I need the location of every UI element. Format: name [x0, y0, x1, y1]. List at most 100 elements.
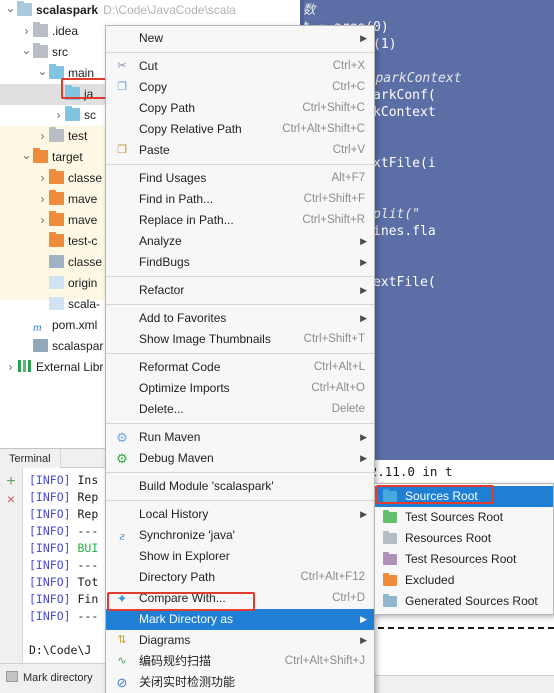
chevron-right-icon[interactable]: › [36, 273, 49, 294]
menu-separator [106, 353, 374, 354]
menu-item-run-maven[interactable]: ⚙ Run Maven ▶ [106, 427, 374, 448]
menu-item-[interactable]: ⊘ 关闭实时检测功能 [106, 672, 374, 693]
folder-orange-icon [49, 169, 64, 184]
folder-orange-icon [49, 232, 64, 247]
submenu-arrow-icon: ▶ [360, 635, 367, 645]
submenu-item-sources-root[interactable]: Sources Root [375, 486, 553, 507]
menu-item-label: Local History [139, 507, 209, 521]
menu-item-label: Replace in Path... [139, 213, 234, 227]
terminal-log-tag: [INFO] [29, 609, 71, 623]
maven-debug-icon: ⚙ [116, 451, 128, 466]
chevron-down-icon[interactable]: ⌄ [20, 42, 33, 58]
mark-directory-submenu[interactable]: Sources Root Test Sources Root Resources R… [374, 483, 554, 615]
menu-item-delete[interactable]: Delete... Delete [106, 399, 374, 420]
chevron-right-icon[interactable]: › [36, 126, 49, 147]
terminal-log-tag: [INFO] [29, 575, 71, 589]
new-session-icon[interactable]: + [0, 474, 22, 490]
synchronize-icon: ƨ [119, 528, 125, 543]
menu-item-copy[interactable]: ❐ Copy Ctrl+C [106, 77, 374, 98]
menu-item-paste[interactable]: ❐ Paste Ctrl+V [106, 140, 374, 161]
tree-node-label: scalaspark [36, 3, 99, 17]
terminal-log-text: Tot [70, 575, 99, 589]
menu-item-shortcut: Ctrl+Shift+R [302, 214, 365, 226]
compare-icon: ✦ [116, 591, 128, 606]
menu-item-local-history[interactable]: Local History ▶ [106, 504, 374, 525]
chevron-down-icon[interactable]: ⌄ [20, 147, 33, 163]
chevron-right-icon[interactable]: › [52, 105, 65, 126]
menu-item-label: Show Image Thumbnails [139, 332, 271, 346]
menu-item-shortcut: Ctrl+D [332, 592, 365, 604]
menu-item-reformat-code[interactable]: Reformat Code Ctrl+Alt+L [106, 357, 374, 378]
menu-item-compare-with[interactable]: ✦ Compare With... Ctrl+D [106, 588, 374, 609]
menu-item-find-usages[interactable]: Find Usages Alt+F7 [106, 168, 374, 189]
menu-item-mark-directory-as[interactable]: Mark Directory as ▶ [106, 609, 374, 630]
terminal-tab[interactable]: Terminal [0, 449, 61, 468]
menu-item-refactor[interactable]: Refactor ▶ [106, 280, 374, 301]
menu-item-label: Delete... [139, 402, 184, 416]
tree-node-label: classe [68, 171, 103, 185]
submenu-item-excluded[interactable]: Excluded [375, 570, 553, 591]
close-session-icon[interactable]: × [0, 490, 22, 508]
menu-separator [106, 276, 374, 277]
menu-item-new[interactable]: New ▶ [106, 28, 374, 49]
chevron-right-icon[interactable]: › [36, 210, 49, 231]
submenu-item-generated-sources-root[interactable]: Generated Sources Root [375, 591, 553, 612]
menu-item-findbugs[interactable]: FindBugs ▶ [106, 252, 374, 273]
menu-item-copy-relative-path[interactable]: Copy Relative Path Ctrl+Alt+Shift+C [106, 119, 374, 140]
chevron-down-icon[interactable]: ⌄ [36, 63, 49, 79]
menu-item-label: New [139, 31, 164, 45]
tree-node-label: mave [68, 213, 98, 227]
menu-item-add-to-favorites[interactable]: Add to Favorites ▶ [106, 308, 374, 329]
menu-item-label: Reformat Code [139, 360, 221, 374]
menu-item-build-module-scalaspark[interactable]: Build Module 'scalaspark' [106, 476, 374, 497]
file-jar-icon [49, 255, 64, 268]
menu-item-analyze[interactable]: Analyze ▶ [106, 231, 374, 252]
menu-item-diagrams[interactable]: ⇅ Diagrams ▶ [106, 630, 374, 651]
tree-node-label: scala- [68, 297, 101, 311]
menu-item-label: Cut [139, 59, 158, 73]
menu-item-cut[interactable]: ✂ Cut Ctrl+X [106, 56, 374, 77]
submenu-item-label: Resources Root [405, 531, 492, 545]
tree-node-label: mave [68, 192, 98, 206]
chevron-right-icon[interactable]: › [36, 252, 49, 273]
submenu-item-test-resources-root[interactable]: Test Resources Root [375, 549, 553, 570]
tree-node-label: .idea [52, 24, 79, 38]
menu-item-show-in-explorer[interactable]: Show in Explorer [106, 546, 374, 567]
chevron-down-icon[interactable]: ⌄ [4, 0, 17, 16]
menu-item-find-in-path[interactable]: Find in Path... Ctrl+Shift+F [106, 189, 374, 210]
submenu-arrow-icon: ▶ [360, 313, 367, 323]
chevron-right-icon[interactable]: › [52, 84, 65, 105]
chevron-right-icon[interactable]: › [36, 294, 49, 315]
terminal-side-toolbar[interactable]: + × [0, 468, 22, 663]
chevron-right-icon[interactable]: › [36, 168, 49, 189]
menu-item-synchronize-java[interactable]: ƨ Synchronize 'java' [106, 525, 374, 546]
menu-item-label: Directory Path [139, 570, 216, 584]
folder-gray-icon [49, 127, 64, 142]
chevron-right-icon[interactable]: › [4, 357, 17, 378]
chevron-right-icon[interactable]: › [20, 315, 33, 336]
menu-item-copy-path[interactable]: Copy Path Ctrl+Shift+C [106, 98, 374, 119]
menu-item-label: Debug Maven [139, 451, 214, 465]
status-bar-label: Mark directory [23, 672, 93, 684]
menu-item-directory-path[interactable]: Directory Path Ctrl+Alt+F12 [106, 567, 374, 588]
paste-icon: ❐ [117, 144, 127, 156]
code-line: // 获取参数 [300, 3, 316, 18]
menu-item-label: Analyze [139, 234, 182, 248]
copy-icon: ❐ [117, 81, 127, 93]
tree-node-label: src [52, 45, 68, 59]
menu-item-show-image-thumbnails[interactable]: Show Image Thumbnails Ctrl+Shift+T [106, 329, 374, 350]
chevron-right-icon[interactable]: › [20, 336, 33, 357]
tree-node-label: scalaspar [52, 339, 104, 353]
menu-item-debug-maven[interactable]: ⚙ Debug Maven ▶ [106, 448, 374, 469]
menu-item-replace-in-path[interactable]: Replace in Path... Ctrl+Shift+R [106, 210, 374, 231]
menu-item-optimize-imports[interactable]: Optimize Imports Ctrl+Alt+O [106, 378, 374, 399]
chevron-right-icon[interactable]: › [20, 21, 33, 42]
tree-node[interactable]: ⌄ scalaspark D:\Code\JavaCode\scala [0, 0, 300, 21]
submenu-item-test-sources-root[interactable]: Test Sources Root [375, 507, 553, 528]
chevron-right-icon[interactable]: › [36, 231, 49, 252]
terminal-log-text: --- [70, 609, 99, 623]
menu-item-[interactable]: ∿ 编码规约扫描 Ctrl+Alt+Shift+J [106, 651, 374, 672]
submenu-item-resources-root[interactable]: Resources Root [375, 528, 553, 549]
context-menu[interactable]: New ▶ ✂ Cut Ctrl+X ❐ Copy Ctrl+C Copy Path Ctrl+S… [105, 25, 375, 693]
chevron-right-icon[interactable]: › [36, 189, 49, 210]
